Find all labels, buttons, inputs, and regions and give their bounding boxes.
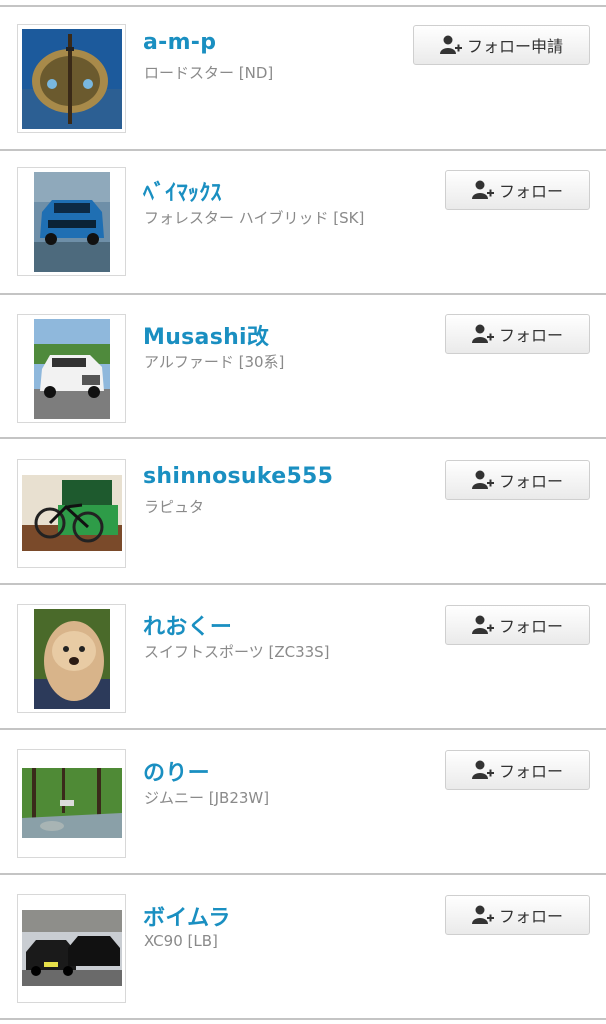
list-item: のりー ジムニー [JB23W] フォロー	[0, 731, 606, 875]
forest-stream-photo	[22, 768, 122, 838]
avatar[interactable]	[17, 459, 126, 568]
add-user-icon	[439, 35, 462, 54]
car-model: ラピュタ	[144, 498, 205, 516]
list-item: れおくー スイフトスポーツ [ZC33S] フォロー	[0, 586, 606, 730]
list-item: shinnosuke555 ラピュタ フォロー	[0, 441, 606, 585]
follow-button-label: フォロー	[498, 762, 563, 781]
follow-request-button[interactable]: フォロー申請	[413, 25, 590, 65]
list-item: Musashi改 アルファード [30系] フォロー	[0, 295, 606, 439]
follow-button-label: フォロー	[498, 617, 563, 636]
follow-button[interactable]: フォロー	[445, 314, 590, 354]
user-name[interactable]: shinnosuke555	[143, 464, 333, 489]
blue-suv-photo	[34, 172, 110, 272]
follow-button[interactable]: フォロー	[445, 605, 590, 645]
car-model: スイフトスポーツ [ZC33S]	[144, 643, 330, 661]
follow-button-label: フォロー申請	[466, 37, 563, 56]
avatar[interactable]	[17, 24, 126, 133]
user-name[interactable]: のりー	[143, 755, 210, 787]
add-user-icon	[471, 470, 494, 489]
follow-button[interactable]: フォロー	[445, 460, 590, 500]
follow-button[interactable]: フォロー	[445, 170, 590, 210]
user-name[interactable]: ボイムラ	[143, 900, 231, 932]
avatar[interactable]	[17, 167, 126, 276]
avatar[interactable]	[17, 604, 126, 713]
dog-photo	[34, 609, 110, 709]
list-item: ﾍﾞｲﾏｯｸｽ フォレスター ハイブリッド [SK] フォロー	[0, 151, 606, 295]
user-name[interactable]: Musashi改	[143, 319, 269, 351]
follow-button-label: フォロー	[498, 326, 563, 345]
user-name[interactable]: ﾍﾞｲﾏｯｸｽ	[143, 175, 222, 207]
add-user-icon	[471, 180, 494, 199]
avatar[interactable]	[17, 894, 126, 1003]
add-user-icon	[471, 760, 494, 779]
follow-button[interactable]: フォロー	[445, 895, 590, 935]
avatar[interactable]	[17, 749, 126, 858]
list-item: ボイムラ XC90 [LB] フォロー	[0, 876, 606, 1020]
white-minivan-photo	[34, 319, 110, 419]
parked-cars-photo	[22, 910, 122, 986]
add-user-icon	[471, 324, 494, 343]
follow-button[interactable]: フォロー	[445, 750, 590, 790]
avatar[interactable]	[17, 314, 126, 423]
car-model: アルファード [30系]	[144, 353, 285, 371]
bicycle-photo	[22, 475, 122, 551]
user-name[interactable]: a-m-p	[143, 30, 216, 55]
add-user-icon	[471, 615, 494, 634]
follow-button-label: フォロー	[498, 907, 563, 926]
car-model: ジムニー [JB23W]	[144, 789, 270, 807]
car-model: ロードスター [ND]	[144, 64, 274, 82]
add-user-icon	[471, 905, 494, 924]
car-model: XC90 [LB]	[144, 932, 218, 950]
car-model: フォレスター ハイブリッド [SK]	[144, 209, 365, 227]
golden-sculpture-photo	[22, 29, 122, 129]
list-item: a-m-p ロードスター [ND] フォロー申請	[0, 7, 606, 151]
follow-button-label: フォロー	[498, 472, 563, 491]
user-name[interactable]: れおくー	[143, 609, 232, 641]
follow-button-label: フォロー	[498, 182, 563, 201]
